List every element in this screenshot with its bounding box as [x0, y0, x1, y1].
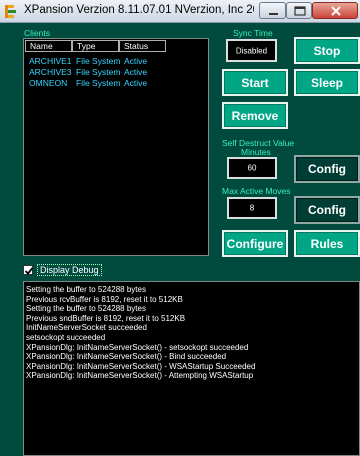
max-moves-config-button[interactable]: Config	[294, 196, 360, 224]
maximize-icon	[294, 6, 306, 16]
column-header-status[interactable]: Status	[119, 40, 166, 52]
debug-log-line: InitNameServerSocket succeeded	[26, 323, 147, 333]
client-type: File System	[76, 56, 121, 66]
start-button[interactable]: Start	[222, 69, 288, 96]
config-button-label: Config	[308, 203, 346, 217]
column-header-name[interactable]: Name	[25, 40, 72, 52]
debug-log-line: Previous sndBuffer is 8192, reset it to …	[26, 313, 186, 323]
sync-time-value: Disabled	[235, 46, 268, 55]
title-bar[interactable]: XPansion Verzion 8.11.07.01 NVerzion, In…	[0, 0, 360, 23]
max-active-moves-input[interactable]: 8	[227, 197, 277, 219]
client-status: Active	[124, 56, 148, 66]
minimize-button[interactable]	[259, 2, 286, 19]
config-button-label: Config	[308, 162, 346, 176]
self-destruct-input[interactable]: 60	[227, 157, 277, 179]
minimize-icon	[269, 13, 278, 15]
rules-button-label: Rules	[310, 236, 344, 251]
list-item[interactable]: ARCHIVE3 File System Active	[24, 67, 208, 78]
clients-label: Clients	[24, 28, 50, 38]
client-type: File System	[76, 78, 121, 88]
display-debug-label[interactable]: Display Debug	[37, 264, 102, 276]
clients-list[interactable]: Name Type Status ARCHIVE1 File System Ac…	[23, 38, 209, 256]
max-active-moves-label: Max Active Moves	[222, 186, 291, 196]
stop-button-label: Stop	[313, 43, 341, 58]
client-name: ARCHIVE1	[29, 56, 72, 66]
configure-button[interactable]: Configure	[222, 230, 288, 257]
column-header-type[interactable]: Type	[72, 40, 119, 52]
debug-log-line: setsockopt succeeded	[26, 333, 106, 342]
debug-log-line: Setting the buffer to 524288 bytes	[26, 285, 146, 294]
close-button[interactable]	[312, 2, 358, 19]
stop-button[interactable]: Stop	[294, 37, 360, 64]
self-destruct-config-button[interactable]: Config	[294, 155, 360, 183]
configure-button-label: Configure	[226, 236, 284, 251]
debug-log-line: XPansionDlg: InitNameServerSocket() - WS…	[26, 361, 256, 371]
window-title: XPansion Verzion 8.11.07.01 NVerzion, In…	[24, 4, 254, 16]
rules-button[interactable]: Rules	[294, 230, 360, 257]
remove-button[interactable]: Remove	[222, 102, 288, 129]
debug-log-line: XPansionDlg: InitNameServerSocket() - Bi…	[26, 352, 227, 362]
checkmark-icon	[24, 267, 34, 275]
sync-time-label: Sync Time	[233, 28, 273, 38]
sleep-button[interactable]: Sleep	[294, 69, 360, 96]
client-name: ARCHIVE3	[29, 67, 72, 77]
list-item[interactable]: OMNEON File System Active	[24, 78, 208, 89]
client-type: File System	[76, 67, 121, 77]
client-status: Active	[124, 78, 148, 88]
debug-log-line: XPansionDlg: InitNameServerSocket() - se…	[26, 342, 249, 352]
app-window: XPansion Verzion 8.11.07.01 NVerzion, In…	[0, 0, 360, 456]
remove-button-label: Remove	[231, 108, 279, 123]
sleep-button-label: Sleep	[310, 75, 343, 90]
clients-list-header: Name Type Status	[24, 39, 208, 53]
display-debug-checkbox[interactable]	[23, 265, 34, 275]
self-destruct-units-label: Minutes	[241, 147, 271, 157]
debug-log-line: Setting the buffer to 524288 bytes	[26, 304, 146, 314]
sync-time-field[interactable]: Disabled	[226, 39, 277, 62]
maximize-button[interactable]	[286, 2, 312, 19]
debug-log[interactable]: Setting the buffer to 524288 bytes Previ…	[23, 281, 360, 456]
client-status: Active	[124, 67, 148, 77]
list-item[interactable]: ARCHIVE1 File System Active	[24, 56, 208, 67]
max-active-moves-value: 8	[249, 203, 255, 213]
debug-log-line: XPansionDlg: InitNameServerSocket() - At…	[26, 371, 254, 381]
start-button-label: Start	[241, 75, 269, 90]
debug-log-line: Previous rcvBuffer is 8192, reset it to …	[26, 294, 183, 304]
close-icon	[331, 6, 341, 16]
client-name: OMNEON	[29, 78, 68, 88]
self-destruct-value: 60	[247, 163, 257, 173]
app-icon	[5, 5, 16, 18]
